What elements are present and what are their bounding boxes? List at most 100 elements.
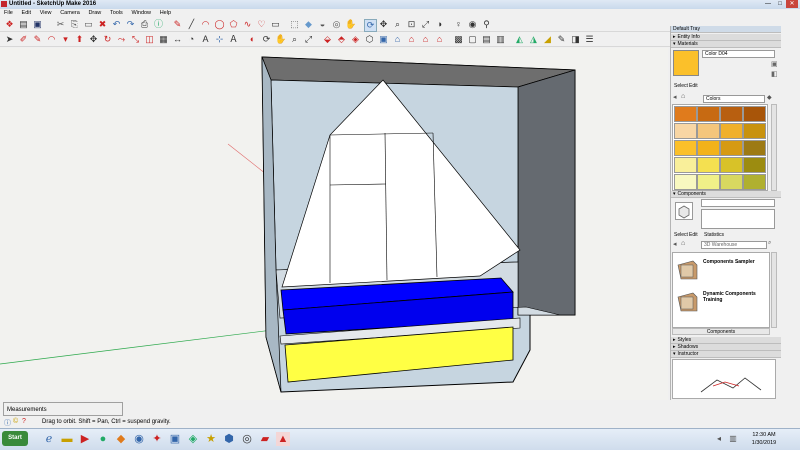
pan2-icon[interactable]: ✋ bbox=[275, 34, 286, 45]
previous-view-icon[interactable]: ◑ bbox=[434, 19, 445, 30]
dimension-icon[interactable]: ↔ bbox=[172, 34, 183, 45]
push-pull-icon[interactable]: ⬆ bbox=[74, 34, 85, 45]
minimize-button[interactable]: — bbox=[762, 0, 774, 8]
tape-icon[interactable]: ◎ bbox=[331, 19, 342, 30]
menu-camera[interactable]: Camera bbox=[60, 9, 80, 17]
swatch[interactable] bbox=[697, 140, 720, 156]
circle-icon[interactable]: ◯ bbox=[214, 19, 225, 30]
model-canvas[interactable] bbox=[0, 48, 668, 400]
iso-view-icon[interactable]: ⬡ bbox=[364, 34, 375, 45]
start-button[interactable]: Start bbox=[2, 431, 28, 446]
zoom-icon[interactable]: ⌕ bbox=[392, 19, 403, 30]
zoom-extents2-icon[interactable]: ⤢ bbox=[303, 34, 314, 45]
swatch[interactable] bbox=[674, 174, 697, 190]
materials-header[interactable]: ▾ Materials bbox=[671, 41, 781, 48]
instructor-toggle-icon[interactable]: ? bbox=[22, 418, 26, 425]
pencil-dropdown-icon[interactable]: ✎ bbox=[32, 34, 43, 45]
heart-shape-icon[interactable]: ♡ bbox=[256, 19, 267, 30]
zoom2-icon[interactable]: ⌕ bbox=[289, 34, 300, 45]
model-info-icon[interactable]: ⓘ bbox=[153, 19, 164, 30]
taskbar-media-icon[interactable]: ▶ bbox=[78, 432, 92, 446]
tray-volume-icon[interactable]: ◂ bbox=[712, 432, 726, 446]
comp-back-icon[interactable]: ◂ bbox=[673, 240, 677, 248]
geo-location-icon[interactable]: ⓘ bbox=[4, 418, 11, 428]
material-library-select[interactable]: Colors bbox=[703, 95, 765, 103]
walk-icon[interactable]: ⚲ bbox=[481, 19, 492, 30]
component-icon[interactable]: ◆ bbox=[303, 19, 314, 30]
section-display-icon[interactable]: ◮ bbox=[528, 34, 539, 45]
pencil-icon[interactable]: ✎ bbox=[172, 19, 183, 30]
taskbar-folder-icon[interactable]: ▬ bbox=[60, 432, 74, 446]
rotate-icon[interactable]: ↻ bbox=[102, 34, 113, 45]
sandbox-icon[interactable]: ◢ bbox=[542, 34, 553, 45]
swatch[interactable] bbox=[697, 123, 720, 139]
taskbar-sketchup-icon[interactable]: ▲ bbox=[276, 432, 290, 446]
open-icon[interactable]: ▤ bbox=[18, 19, 29, 30]
arc-icon[interactable]: ◠ bbox=[200, 19, 211, 30]
warehouse-icon[interactable]: ⬙ bbox=[322, 34, 333, 45]
credits-icon[interactable]: © bbox=[13, 418, 18, 425]
taskbar-app3-icon[interactable]: ◉ bbox=[132, 432, 146, 446]
zoom-extents-icon[interactable]: ⤢ bbox=[420, 19, 431, 30]
swatch[interactable] bbox=[720, 106, 743, 122]
swatch[interactable] bbox=[720, 123, 743, 139]
taskbar-app4-icon[interactable]: ✦ bbox=[150, 432, 164, 446]
zoom-window-icon[interactable]: ⊡ bbox=[406, 19, 417, 30]
axes-icon[interactable]: ⊹ bbox=[214, 34, 225, 45]
menu-file[interactable]: File bbox=[4, 9, 13, 17]
tape-measure-icon[interactable]: ▦ bbox=[158, 34, 169, 45]
back-view-icon[interactable]: ⌂ bbox=[420, 34, 431, 45]
select-icon[interactable]: ⬚ bbox=[289, 19, 300, 30]
taskbar-steam-icon[interactable]: ◎ bbox=[240, 432, 254, 446]
comp-home-icon[interactable]: ⌂ bbox=[681, 240, 685, 247]
create-material-icon[interactable]: ▣ bbox=[771, 60, 778, 68]
line-icon[interactable]: ╱ bbox=[186, 19, 197, 30]
paint-bucket-icon[interactable]: ◐ bbox=[247, 34, 258, 45]
close-button[interactable]: ✕ bbox=[786, 0, 798, 8]
swatch[interactable] bbox=[720, 140, 743, 156]
menu-help[interactable]: Help bbox=[160, 9, 171, 17]
materials-tab-edit[interactable]: Edit bbox=[687, 83, 700, 90]
search-icon[interactable]: ⌕ bbox=[768, 240, 771, 247]
swatch[interactable] bbox=[674, 123, 697, 139]
taskbar-app6-icon[interactable]: ◈ bbox=[186, 432, 200, 446]
swatch[interactable] bbox=[720, 157, 743, 173]
components-tab-statistics[interactable]: Statistics bbox=[702, 232, 726, 239]
3d-text-icon[interactable]: Ａ bbox=[228, 34, 239, 45]
dynamic-components-training-label[interactable]: Dynamic Components Training bbox=[703, 291, 769, 303]
3d-viewport[interactable] bbox=[0, 48, 668, 400]
swatch[interactable] bbox=[697, 157, 720, 173]
paint-tool-icon[interactable]: ◨ bbox=[570, 34, 581, 45]
taskbar-app1-icon[interactable]: ● bbox=[96, 432, 110, 446]
look-around-icon[interactable]: ◉ bbox=[467, 19, 478, 30]
component-name-field[interactable] bbox=[701, 199, 775, 207]
orbit2-icon[interactable]: ⟳ bbox=[261, 34, 272, 45]
erase-icon[interactable]: ✖ bbox=[97, 19, 108, 30]
offset-icon[interactable]: ◫ bbox=[144, 34, 155, 45]
copy-icon[interactable]: ⎘ bbox=[69, 19, 80, 30]
freehand-icon[interactable]: ∿ bbox=[242, 19, 253, 30]
share-model-icon[interactable]: ⬘ bbox=[336, 34, 347, 45]
shapes-dropdown-icon[interactable]: ▾ bbox=[60, 34, 71, 45]
hand-icon[interactable]: ✋ bbox=[345, 19, 356, 30]
swatch[interactable] bbox=[720, 174, 743, 190]
eraser-icon[interactable]: ✐ bbox=[18, 34, 29, 45]
maximize-button[interactable]: □ bbox=[774, 0, 786, 8]
components-header[interactable]: ▾ Components bbox=[671, 191, 781, 198]
swatch[interactable] bbox=[674, 106, 697, 122]
warehouse-search-input[interactable]: 3D Warehouse bbox=[701, 241, 767, 249]
cut-icon[interactable]: ✂ bbox=[55, 19, 66, 30]
hidden-line-icon[interactable]: ▤ bbox=[481, 34, 492, 45]
component-description-field[interactable] bbox=[701, 209, 775, 229]
swatch[interactable] bbox=[743, 157, 766, 173]
styles-header[interactable]: ▸ Styles bbox=[671, 337, 781, 344]
list-item[interactable] bbox=[675, 257, 699, 281]
menu-edit[interactable]: Edit bbox=[22, 9, 31, 17]
swatch-scrollbar[interactable] bbox=[771, 104, 777, 191]
taskbar-app5-icon[interactable]: ▣ bbox=[168, 432, 182, 446]
menu-view[interactable]: View bbox=[40, 9, 52, 17]
components-tab-edit[interactable]: Edit bbox=[687, 232, 700, 239]
details-arrow-icon[interactable]: ◆ bbox=[767, 94, 772, 101]
taskbar-app8-icon[interactable]: ⬢ bbox=[222, 432, 236, 446]
follow-me-icon[interactable]: ⤳ bbox=[116, 34, 127, 45]
